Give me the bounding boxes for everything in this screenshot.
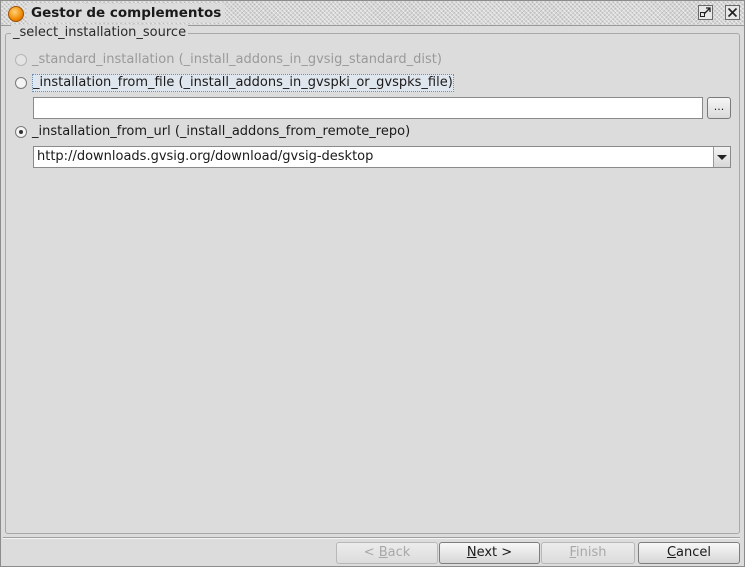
radio-button-url[interactable] xyxy=(15,126,27,138)
radio-installation-from-file[interactable]: _installation_from_file (_install_addons… xyxy=(15,74,454,92)
title-bar[interactable]: Gestor de complementos xyxy=(1,1,744,26)
close-icon xyxy=(727,7,738,18)
radio-label-url: _installation_from_url (_install_addons_… xyxy=(32,124,411,139)
radio-standard-installation[interactable]: _standard_installation (_install_addons_… xyxy=(15,51,442,69)
url-combo-box[interactable]: http://downloads.gvsig.org/download/gvsi… xyxy=(33,146,731,168)
restore-window-button[interactable] xyxy=(698,5,713,20)
back-button[interactable]: < Back xyxy=(336,542,438,564)
cancel-button[interactable]: Cancel xyxy=(638,542,740,564)
radio-button-file[interactable] xyxy=(15,77,27,89)
url-combo-value: http://downloads.gvsig.org/download/gvsi… xyxy=(37,149,374,164)
close-window-button[interactable] xyxy=(725,5,740,20)
window-title: Gestor de complementos xyxy=(27,4,226,22)
radio-button-standard[interactable] xyxy=(15,54,27,66)
chevron-down-icon[interactable] xyxy=(713,147,730,167)
finish-button[interactable]: Finish xyxy=(541,542,635,564)
next-button[interactable]: Next > xyxy=(439,542,540,564)
radio-label-file: _installation_from_file (_install_addons… xyxy=(32,74,454,92)
file-path-input[interactable] xyxy=(33,97,703,119)
restore-window-icon xyxy=(700,7,711,17)
radio-installation-from-url[interactable]: _installation_from_url (_install_addons_… xyxy=(15,123,410,141)
button-separator xyxy=(3,537,740,539)
browse-file-button[interactable]: ... xyxy=(707,97,731,119)
gvsig-app-icon xyxy=(8,6,24,22)
group-legend: _select_installation_source xyxy=(11,25,189,41)
radio-label-standard: _standard_installation (_install_addons_… xyxy=(32,52,442,67)
